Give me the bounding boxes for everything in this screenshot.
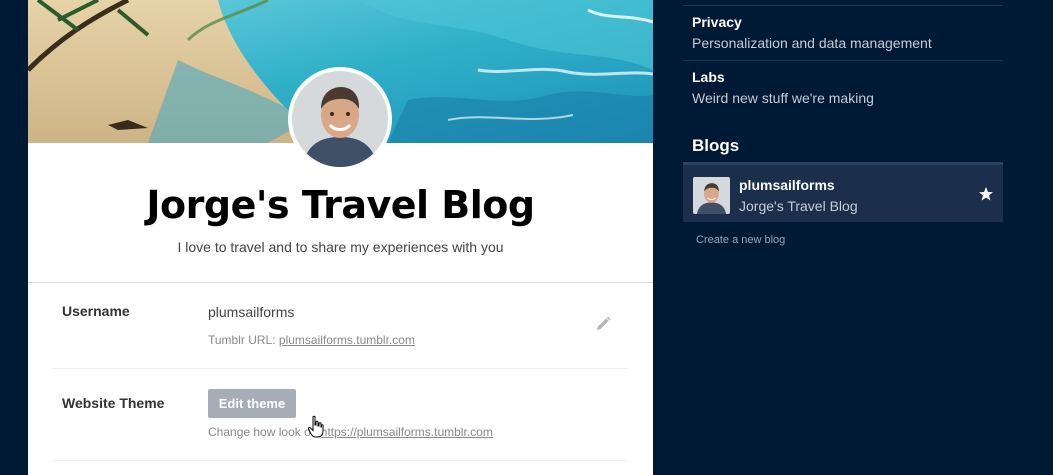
username-value: plumsailforms — [208, 304, 295, 320]
sidebar-blog-entry[interactable]: plumsailforms Jorge's Travel Blog — [683, 162, 1003, 222]
sidebar-item-labs-title[interactable]: Labs — [692, 69, 725, 85]
website-theme-label: Website Theme — [62, 395, 165, 411]
blog-settings-card: Jorge's Travel Blog I love to travel and… — [28, 0, 653, 475]
hand-pointer-cursor-icon — [307, 415, 324, 439]
blog-entry-name: plumsailforms — [739, 177, 835, 193]
create-new-blog-link[interactable]: Create a new blog — [696, 234, 785, 246]
theme-url-link[interactable]: https://plumsailforms.tumblr.com — [321, 425, 493, 439]
blog-avatar[interactable] — [288, 67, 392, 171]
sidebar-item-privacy-title[interactable]: Privacy — [692, 14, 742, 30]
edit-theme-button[interactable]: Edit theme — [208, 389, 296, 418]
theme-sub-prefix: Change how — [208, 425, 276, 439]
sidebar-separator — [683, 5, 1003, 6]
blog-entry-avatar — [693, 177, 730, 214]
blog-entry-title: Jorge's Travel Blog — [739, 198, 858, 214]
pencil-icon[interactable] — [594, 315, 612, 333]
section-divider — [28, 282, 653, 283]
sidebar-separator — [683, 60, 1003, 61]
sidebar-item-labs-subtitle[interactable]: Weird new stuff we're making — [692, 90, 874, 106]
tumblr-url-link[interactable]: plumsailforms.tumblr.com — [279, 333, 415, 347]
star-icon[interactable] — [978, 186, 994, 202]
blog-description[interactable]: I love to travel and to share my experie… — [28, 239, 653, 255]
tumblr-url-line: Tumblr URL: plumsailforms.tumblr.com — [208, 333, 415, 347]
username-label: Username — [62, 303, 130, 319]
row-divider — [52, 368, 628, 369]
theme-url-line: Change how look on https://plumsailforms… — [208, 425, 493, 439]
tumblr-url-prefix: Tumblr URL: — [208, 333, 279, 347]
row-divider — [52, 460, 628, 461]
blog-title[interactable]: Jorge's Travel Blog — [28, 183, 653, 227]
blogs-heading: Blogs — [692, 136, 740, 155]
sidebar-item-privacy-subtitle[interactable]: Personalization and data management — [692, 35, 932, 51]
